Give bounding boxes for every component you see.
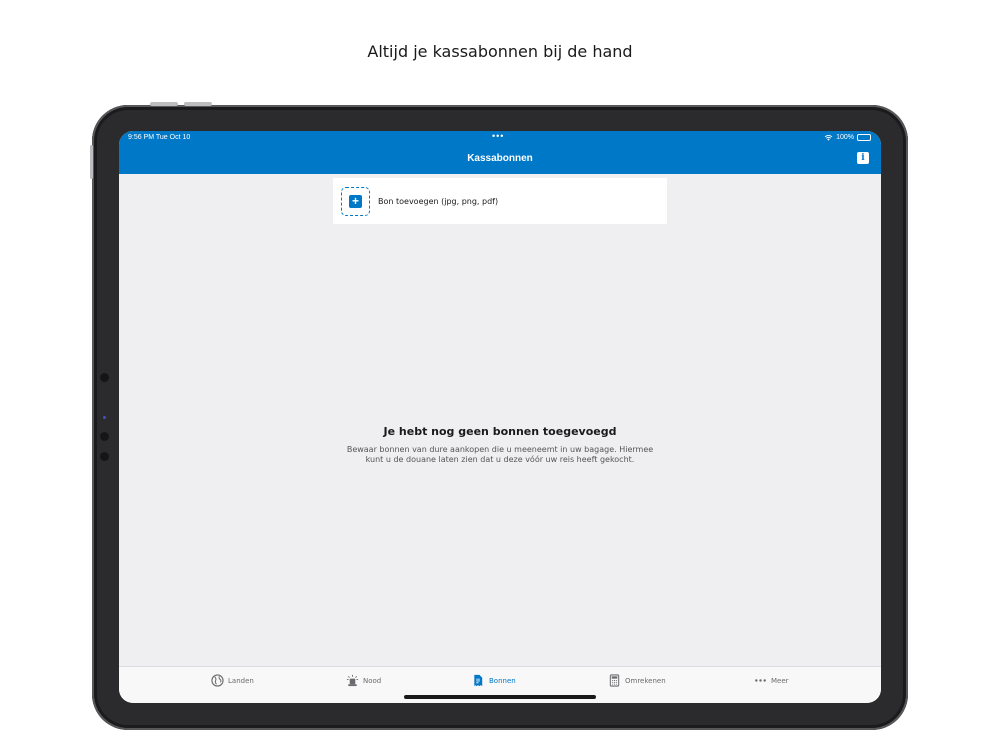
tab-meer[interactable]: Meer [754,674,789,687]
tab-label: Nood [363,676,382,685]
tab-label: Bonnen [489,676,516,685]
plus-square-icon: + [341,186,370,216]
status-right: 100% [824,134,871,141]
marketing-headline: Altijd je kassabonnen bij de hand [367,42,633,61]
status-bar: 9:56 PM Tue Oct 10 ••• 100% [119,131,881,145]
receipt-icon [474,674,483,687]
tab-label: Meer [771,676,789,685]
siren-icon [346,674,359,687]
empty-state-description: Bewaar bonnen van dure aankopen die u me… [346,445,654,464]
app-screen: 9:56 PM Tue Oct 10 ••• 100% Kassabonnen … [119,131,881,703]
wifi-icon [824,135,833,141]
status-time: 9:56 PM Tue Oct 10 [128,134,191,141]
multitasking-dots-icon[interactable]: ••• [492,131,504,141]
battery-icon [857,134,871,141]
navigation-bar: Kassabonnen i [119,145,881,174]
camera-sensor [100,452,109,461]
empty-state-title: Je hebt nog geen bonnen toegevoegd [383,425,617,438]
add-receipt-button[interactable]: + Bon toevoegen (jpg, png, pdf) [333,178,667,224]
add-receipt-label: Bon toevoegen (jpg, png, pdf) [378,196,499,206]
more-dots-icon [755,679,766,682]
tab-label: Omrekenen [625,676,666,685]
globe-icon [211,674,224,687]
volume-up-hardware-button [150,102,178,106]
tab-bonnen[interactable]: Bonnen [472,674,516,687]
page-title: Kassabonnen [467,153,533,164]
camera-sensor [100,373,109,382]
home-indicator[interactable] [404,695,596,699]
tab-nood[interactable]: Nood [346,674,381,687]
volume-down-hardware-button [184,102,212,106]
camera-sensor [100,432,109,441]
power-hardware-button [90,145,93,179]
calculator-icon [609,674,620,687]
battery-percentage: 100% [836,134,854,141]
tab-landen[interactable]: Landen [211,674,254,687]
camera-lens [103,416,106,419]
info-button[interactable]: i [857,152,869,164]
tab-label: Landen [228,676,254,685]
tab-omrekenen[interactable]: Omrekenen [608,674,666,687]
